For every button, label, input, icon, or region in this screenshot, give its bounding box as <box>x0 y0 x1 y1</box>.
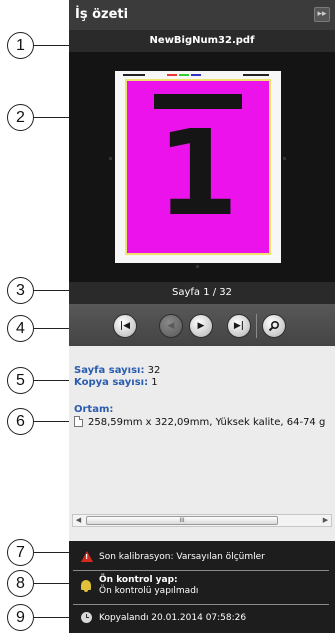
panel-header: İş özeti ▸▸ <box>69 0 335 30</box>
color-bar <box>191 74 201 76</box>
page-count-label: Sayfa sayısı: <box>74 365 145 376</box>
last-page-button[interactable]: ▶| <box>227 314 251 338</box>
file-name: NewBigNum32.pdf <box>69 30 335 52</box>
warning-icon: ! <box>81 551 93 562</box>
preflight-title: Ön kontrol yap: <box>99 575 178 585</box>
scroll-thumb[interactable]: III <box>86 516 278 525</box>
media-label: Ortam: <box>74 404 114 415</box>
page-content: 1 <box>125 79 271 255</box>
color-bar <box>243 74 269 76</box>
next-page-icon: ▶ <box>197 321 205 331</box>
callout-4: 4 <box>7 315 34 342</box>
page-navigation: |◀ ◀ ▶ ▶| <box>69 304 335 346</box>
previous-page-icon: ◀ <box>167 321 175 331</box>
job-details: Sayfa sayısı: 32 Kopya sayısı: 1 <box>74 365 334 389</box>
calibration-status: ! Son kalibrasyon: Varsayılan ölçümler <box>69 551 335 565</box>
nav-divider <box>256 314 257 338</box>
registration-mark <box>196 265 199 268</box>
page-indicator: Sayfa 1 / 32 <box>69 282 335 304</box>
panel-title: İş özeti <box>75 7 129 22</box>
callout-7: 7 <box>7 539 34 566</box>
callout-8: 8 <box>7 570 34 597</box>
copy-count-row: Kopya sayısı: 1 <box>74 377 334 389</box>
zoom-button[interactable] <box>262 314 286 338</box>
media-row: 258,59mm x 322,09mm, Yüksek kalite, 64-7… <box>74 416 335 428</box>
next-page-button[interactable]: ▶ <box>189 314 213 338</box>
callout-6: 6 <box>7 408 34 435</box>
status-divider <box>73 570 329 571</box>
registration-mark <box>283 157 286 160</box>
page-preview[interactable]: 1 <box>69 52 335 282</box>
registration-mark <box>109 157 112 160</box>
page-count-value: 32 <box>147 365 161 376</box>
color-bar <box>167 74 177 76</box>
copy-count-value: 1 <box>151 377 158 388</box>
page-count-row: Sayfa sayısı: 32 <box>74 365 334 377</box>
first-page-button[interactable]: |◀ <box>113 314 137 338</box>
callout-2: 2 <box>7 104 34 131</box>
callout-leader <box>34 380 71 382</box>
callout-5: 5 <box>7 367 34 394</box>
page-number-glyph: 1 <box>156 104 239 242</box>
copied-status: Kopyalandı 20.01.2014 07:58:26 <box>69 612 335 626</box>
copied-text: Kopyalandı 20.01.2014 07:58:26 <box>99 613 247 623</box>
job-summary-panel: İş özeti ▸▸ NewBigNum32.pdf 1 Sayfa 1 / … <box>69 0 335 633</box>
previous-page-button[interactable]: ◀ <box>159 314 183 338</box>
magnifier-icon <box>268 320 280 332</box>
callout-9: 9 <box>7 604 34 631</box>
preview-sheet: 1 <box>109 71 286 268</box>
calibration-text: Son kalibrasyon: Varsayılan ölçümler <box>99 552 265 562</box>
bell-icon <box>81 580 91 592</box>
color-bar <box>179 74 189 76</box>
scroll-left-arrow[interactable]: ◀ <box>73 515 84 526</box>
collapse-panel-button[interactable]: ▸▸ <box>314 7 330 22</box>
skip-to-last-icon: ▶| <box>233 321 245 331</box>
copy-count-label: Kopya sayısı: <box>74 377 149 388</box>
callout-1: 1 <box>7 32 34 59</box>
clock-icon <box>81 612 92 623</box>
preflight-status: Ön kontrol yap: Ön kontrolü yapılmadı <box>69 575 335 599</box>
status-divider <box>73 604 329 605</box>
preflight-detail: Ön kontrolü yapılmadı <box>99 586 199 596</box>
document-icon <box>74 416 83 427</box>
color-bar <box>123 74 145 76</box>
scroll-right-arrow[interactable]: ▶ <box>320 515 331 526</box>
callout-3: 3 <box>7 277 34 304</box>
media-value: 258,59mm x 322,09mm, Yüksek kalite, 64-7… <box>88 417 326 428</box>
status-area: ! Son kalibrasyon: Varsayılan ölçümler Ö… <box>69 541 335 633</box>
skip-to-first-icon: |◀ <box>119 321 131 331</box>
horizontal-scrollbar[interactable]: ◀ III ▶ <box>72 514 332 527</box>
